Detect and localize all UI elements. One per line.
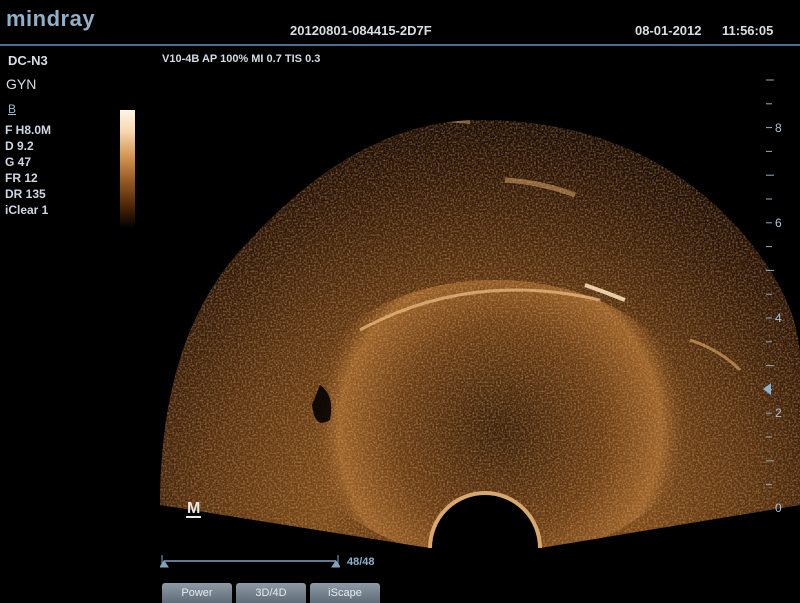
grayscale-map-bar xyxy=(120,110,135,228)
param-frequency: F H8.0M xyxy=(5,123,52,137)
exam-date: 08-01-2012 xyxy=(635,23,702,38)
brand-logo: mindray xyxy=(6,6,96,31)
iscape-button[interactable]: iScape xyxy=(310,583,380,603)
depth-label: 6 xyxy=(775,216,782,230)
probe-name: DC-N3 xyxy=(8,53,48,68)
exam-preset: GYN xyxy=(6,76,37,92)
header-divider xyxy=(0,44,800,46)
cine-slider[interactable] xyxy=(160,553,340,569)
param-iclear: iClear 1 xyxy=(5,203,49,217)
param-frame-rate: FR 12 xyxy=(5,171,38,185)
focus-position-marker[interactable] xyxy=(763,383,771,395)
power-button[interactable]: Power xyxy=(162,583,232,603)
softkey-bar: Power 3D/4D iScape xyxy=(162,583,380,603)
orientation-marker: M xyxy=(186,500,202,518)
depth-label: 2 xyxy=(775,406,782,420)
depth-label: 0 xyxy=(775,501,782,515)
acquisition-params: V10-4B AP 100% MI 0.7 TIS 0.3 xyxy=(162,53,321,65)
exam-id: 20120801-084415-2D7F xyxy=(290,23,432,38)
param-depth: D 9.2 xyxy=(5,139,34,153)
header-bar: mindray 20120801-084415-2D7F 08-01-2012 … xyxy=(0,0,800,44)
param-dynamic-range: DR 135 xyxy=(5,187,46,201)
depth-label: 8 xyxy=(775,121,782,135)
cine-frame-counter: 48/48 xyxy=(347,556,375,568)
imaging-params: F H8.0M D 9.2 G 47 FR 12 DR 135 iClear 1 xyxy=(5,122,51,218)
depth-label: 4 xyxy=(775,311,782,325)
imaging-mode: B xyxy=(8,102,17,116)
param-gain: G 47 xyxy=(5,155,32,169)
ultrasound-image xyxy=(160,120,800,549)
3d4d-button[interactable]: 3D/4D xyxy=(236,583,306,603)
